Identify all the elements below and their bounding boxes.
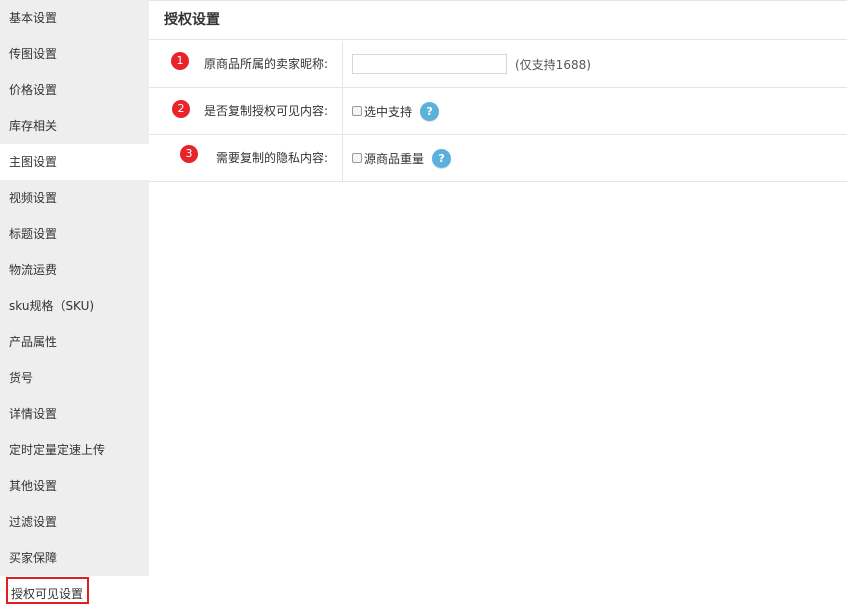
sidebar-item-label: 货号 [9,371,34,385]
step-badge: 2 [172,100,190,118]
sidebar-item-details[interactable]: 详情设置 [0,396,149,432]
field-label: 原商品所属的卖家昵称: [203,57,328,71]
sidebar-item-item-number[interactable]: 货号 [0,360,149,396]
form-row-copy-authorized: 是否复制授权可见内容: 2 选中支持 ? [149,88,847,135]
sidebar-item-image-upload[interactable]: 传图设置 [0,36,149,72]
sidebar-item-inventory[interactable]: 库存相关 [0,108,149,144]
support-checkbox[interactable] [352,106,362,116]
sidebar-item-basic-settings[interactable]: 基本设置 [0,0,149,36]
sidebar-item-label: 其他设置 [9,479,58,493]
sidebar-item-authorized-visibility[interactable]: 授权可见设置 [0,576,149,612]
source-weight-checkbox-label[interactable]: 源商品重量 [364,150,424,167]
field-label-cell: 需要复制的隐私内容: [149,135,343,181]
sidebar-nav: 基本设置 传图设置 价格设置 库存相关 主图设置 视频设置 标题设置 物流运费 … [0,0,149,612]
sidebar-item-label: 基本设置 [9,11,58,25]
sidebar-item-label: 标题设置 [9,227,58,241]
seller-nickname-input[interactable] [352,54,507,74]
source-weight-checkbox[interactable] [352,153,362,163]
field-value-cell: 源商品重量 ? [352,135,452,181]
sidebar-item-label: sku规格（SKU) [9,299,95,313]
sidebar-item-filter[interactable]: 过滤设置 [0,504,149,540]
sidebar-item-other[interactable]: 其他设置 [0,468,149,504]
highlight-box [6,577,89,604]
sidebar-item-label: 物流运费 [9,263,58,277]
step-badge: 3 [180,145,198,163]
sidebar-item-label: 过滤设置 [9,515,58,529]
form-row-privacy-content: 需要复制的隐私内容: 3 源商品重量 ? [149,135,847,182]
field-value-cell: (仅支持1688) [352,41,591,87]
main-panel: 授权设置 原商品所属的卖家昵称: 1 (仅支持1688) 是否复制授权可见内容:… [149,0,847,612]
app-window: 基本设置 传图设置 价格设置 库存相关 主图设置 视频设置 标题设置 物流运费 … [0,0,847,612]
field-label: 是否复制授权可见内容: [203,104,328,118]
sidebar-item-label: 产品属性 [9,335,58,349]
step-badge: 1 [171,52,189,70]
sidebar-item-label: 价格设置 [9,83,58,97]
sidebar-item-label: 详情设置 [9,407,58,421]
field-value-cell: 选中支持 ? [352,88,440,134]
sidebar-item-label: 定时定量定速上传 [9,443,106,457]
sidebar-item-title[interactable]: 标题设置 [0,216,149,252]
sidebar-item-main-image[interactable]: 主图设置 [0,144,149,180]
sidebar-item-sku[interactable]: sku规格（SKU) [0,288,149,324]
sidebar-item-scheduled-upload[interactable]: 定时定量定速上传 [0,432,149,468]
sidebar-item-price[interactable]: 价格设置 [0,72,149,108]
field-label: 需要复制的隐私内容: [215,151,328,165]
sidebar-item-buyer-protection[interactable]: 买家保障 [0,540,149,576]
help-icon[interactable]: ? [420,101,440,121]
support-checkbox-label[interactable]: 选中支持 [364,103,412,120]
sidebar-item-label: 传图设置 [9,47,58,61]
sidebar-item-label: 买家保障 [9,551,58,565]
sidebar-item-shipping[interactable]: 物流运费 [0,252,149,288]
help-icon[interactable]: ? [432,148,452,168]
sidebar-item-video[interactable]: 视频设置 [0,180,149,216]
sidebar-item-attributes[interactable]: 产品属性 [0,324,149,360]
sidebar-item-label: 视频设置 [9,191,58,205]
section-title: 授权设置 [149,0,847,40]
support-hint: (仅支持1688) [515,57,591,72]
sidebar-item-label: 主图设置 [9,155,58,169]
form-row-seller-nickname: 原商品所属的卖家昵称: 1 (仅支持1688) [149,41,847,88]
sidebar-item-label: 库存相关 [9,119,58,133]
